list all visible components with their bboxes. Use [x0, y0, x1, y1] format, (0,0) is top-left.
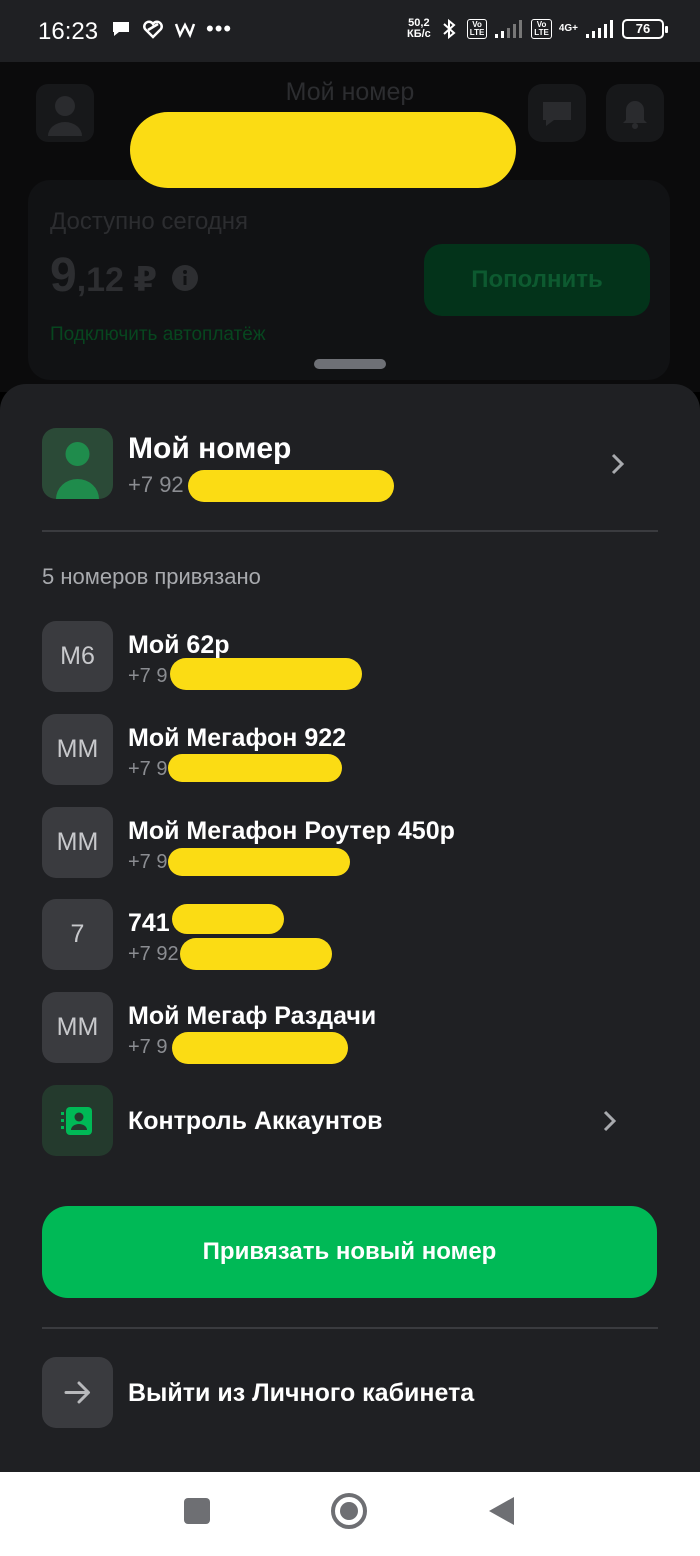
linked-number-name: Мой Мегафон 922 [128, 724, 347, 752]
redaction-mark [168, 754, 342, 782]
redaction-mark [170, 658, 362, 690]
speed-unit: КБ/с [406, 28, 431, 40]
contact-card-icon [61, 1107, 92, 1135]
available-label: Доступно сегодня [50, 208, 249, 235]
linked-number-row[interactable]: 7 741 +7 92 [42, 899, 658, 970]
system-nav-bar [0, 1472, 700, 1556]
status-time: 16:23 [38, 18, 99, 45]
recent-apps-icon[interactable] [182, 1496, 212, 1526]
balance-int: 9 [50, 249, 77, 302]
accounts-control-label: Контроль Аккаунтов [128, 1107, 383, 1135]
notification-bell-icon [623, 101, 647, 129]
linked-number-avatar: ММ [42, 714, 113, 785]
signal-icon [495, 20, 523, 38]
divider [42, 1327, 658, 1329]
linked-number-phone: +7 9 [128, 851, 168, 873]
back-icon[interactable] [486, 1495, 516, 1527]
linked-number-row[interactable]: ММ Мой Мегафон Роутер 450р +7 9 [42, 807, 658, 878]
status-bar: 16:23 ••• 50,2 КБ/с Vo LTE Vo LTE 4G+ 76 [0, 0, 700, 62]
network-speed: 50,2 КБ/с [407, 18, 431, 40]
chevron-right-icon [611, 453, 625, 475]
arrow-right-icon [64, 1381, 90, 1404]
divider [42, 530, 658, 532]
accounts-control-tile [42, 1085, 113, 1156]
info-icon[interactable] [170, 263, 200, 293]
person-icon [56, 442, 99, 499]
redaction-mark [172, 1032, 348, 1064]
linked-count-label: 5 номеров привязано [42, 564, 261, 589]
linked-number-avatar: М6 [42, 621, 113, 692]
volte-badge: Vo LTE [466, 19, 488, 39]
heart-icon [143, 20, 163, 39]
redaction-mark [168, 848, 350, 876]
network-type: 4G+ [558, 23, 578, 34]
linked-number-avatar: ММ [42, 807, 113, 878]
redaction-mark [130, 112, 516, 188]
linked-number-avatar: 7 [42, 899, 113, 970]
accounts-control-row[interactable]: Контроль Аккаунтов [42, 1085, 658, 1156]
battery-icon: 76 [622, 19, 668, 39]
main-account-title: Мой номер [128, 432, 292, 465]
logout-label: Выйти из Личного кабинета [128, 1379, 475, 1407]
signal-icon [586, 20, 613, 38]
link-new-number-button[interactable]: Привязать новый номер [42, 1206, 657, 1298]
linked-number-name: Мой 62р [128, 631, 230, 659]
redaction-mark [172, 904, 284, 934]
bell-icon[interactable] [606, 84, 664, 142]
linked-number-name: 741 [128, 909, 170, 937]
linked-number-phone: +7 92 [128, 943, 179, 965]
balance-amount: 9,12 ₽ [50, 248, 200, 303]
chat-bubble-icon [543, 102, 571, 126]
autopay-link[interactable]: Подключить автоплатёж [50, 324, 266, 346]
accounts-sheet: Мой номер +7 92 5 номеров привязано М6 М… [0, 384, 700, 1472]
linked-number-name: Мой Мегаф Раздачи [128, 1002, 377, 1030]
linked-number-avatar: ММ [42, 992, 113, 1063]
more-dots-icon: ••• [206, 16, 233, 41]
volte-bottom: LTE [534, 28, 549, 37]
balance-card: Доступно сегодня 9,12 ₽ Пополнить Подклю… [28, 180, 670, 380]
sheet-drag-handle[interactable] [314, 359, 386, 369]
chevron-right-icon [603, 1110, 617, 1132]
redaction-mark [180, 938, 332, 970]
logout-tile [42, 1357, 113, 1428]
notification-icons: ••• [110, 18, 232, 40]
linked-number-phone: +7 9 [128, 1036, 168, 1058]
linked-number-row[interactable]: ММ Мой Мегафон 922 +7 9 [42, 714, 658, 785]
volte-badge-2: Vo LTE [531, 19, 552, 39]
home-icon[interactable] [329, 1491, 369, 1531]
balance-frac: ,12 ₽ [76, 261, 158, 299]
w-app-icon [174, 22, 196, 39]
topup-button[interactable]: Пополнить [424, 244, 650, 316]
linked-number-name: Мой Мегафон Роутер 450р [128, 817, 455, 845]
logout-row[interactable]: Выйти из Личного кабинета [42, 1357, 658, 1428]
linked-number-phone: +7 9 [128, 758, 168, 780]
bluetooth-icon [443, 18, 456, 40]
linked-number-phone: +7 9 [128, 665, 168, 687]
chat-bubble-icon [113, 22, 129, 36]
main-account-avatar [42, 428, 113, 499]
linked-number-row[interactable]: ММ Мой Мегаф Раздачи +7 9 [42, 992, 658, 1063]
chat-icon[interactable] [528, 84, 586, 142]
redaction-mark [188, 470, 394, 502]
system-indicators: 50,2 КБ/с Vo LTE Vo LTE 4G+ 76 [407, 18, 668, 40]
volte-bottom: LTE [469, 28, 485, 37]
main-account-phone: +7 92 [128, 472, 184, 497]
page-title: Мой номер [285, 78, 415, 106]
